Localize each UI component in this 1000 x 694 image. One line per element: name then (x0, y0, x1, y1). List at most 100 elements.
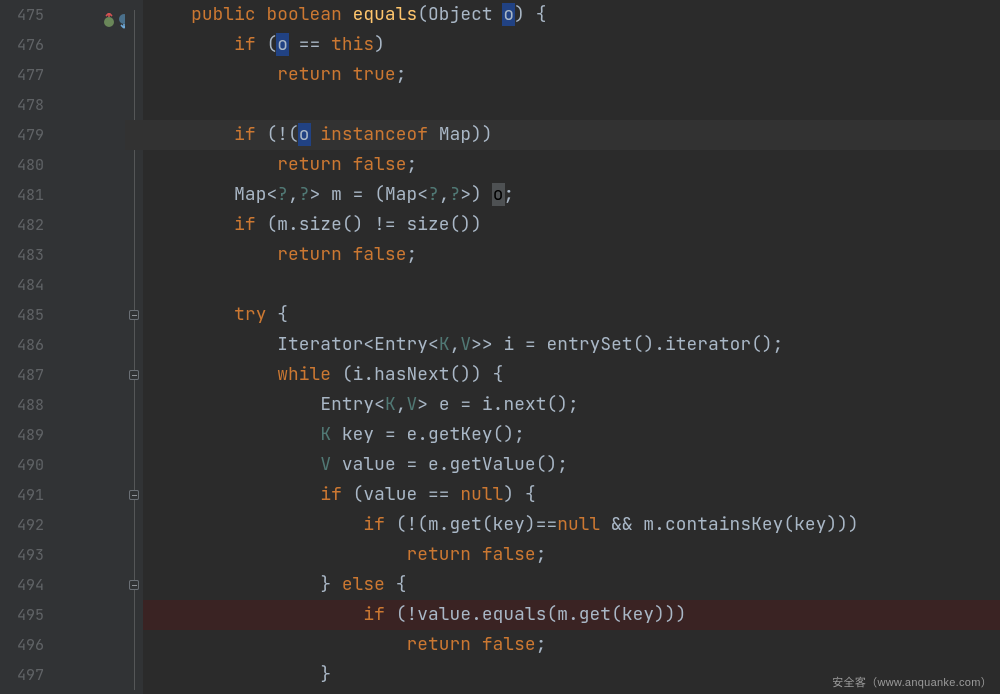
code-token: ? (299, 183, 310, 206)
code-line[interactable]: while (i.hasNext()) { (143, 360, 1000, 390)
code-line[interactable] (143, 270, 1000, 300)
line-number[interactable]: 488 (0, 390, 44, 420)
code-token: return false (406, 633, 535, 656)
fold-handle[interactable] (129, 370, 139, 380)
line-number[interactable]: 482 (0, 210, 44, 240)
code-line[interactable]: if (value == null) { (143, 480, 1000, 510)
code-token: == (288, 33, 331, 56)
line-number[interactable]: 489 (0, 420, 44, 450)
fold-handle[interactable] (129, 490, 139, 500)
code-token: try (234, 303, 277, 326)
fold-handle[interactable] (129, 310, 139, 320)
line-number[interactable]: 481 (0, 180, 44, 210)
code-token: instanceof (320, 123, 438, 146)
code-token: public (191, 3, 266, 26)
code-line[interactable]: K key = e.getKey(); (143, 420, 1000, 450)
code-token: ? (428, 183, 439, 206)
code-token: { (396, 573, 407, 596)
code-line[interactable]: try { (143, 300, 1000, 330)
code-token: (!value.equals(m.get(key))) (396, 603, 687, 626)
code-line[interactable]: if (!value.equals(m.get(key))) (143, 600, 1000, 630)
code-token: return false (406, 543, 535, 566)
code-line[interactable]: Map<?,?> m = (Map<?,?>) o; (143, 180, 1000, 210)
code-line[interactable]: if (o == this) (143, 30, 1000, 60)
code-token: , (439, 183, 450, 206)
code-token: ; (396, 63, 407, 86)
code-token: ( (417, 3, 428, 26)
line-number[interactable]: 477 (0, 60, 44, 90)
line-number[interactable]: 484 (0, 270, 44, 300)
fold-handle[interactable] (129, 580, 139, 590)
line-number[interactable]: 496 (0, 630, 44, 660)
code-token: ? (450, 183, 461, 206)
line-number[interactable]: 480 (0, 150, 44, 180)
line-number[interactable]: 492 (0, 510, 44, 540)
code-line[interactable] (143, 90, 1000, 120)
code-token: (!( (266, 123, 298, 146)
code-line[interactable]: Entry<K,V> e = i.next(); (143, 390, 1000, 420)
code-line[interactable]: public boolean equals(Object o) { (143, 0, 1000, 30)
code-line[interactable]: return false; (143, 630, 1000, 660)
code-token: < (363, 333, 374, 356)
line-number[interactable]: 486 (0, 330, 44, 360)
code-token: < (374, 393, 385, 416)
code-token: ; (406, 243, 417, 266)
code-token: Map (234, 183, 266, 206)
code-token: V (460, 333, 471, 356)
gutter-fold[interactable] (125, 0, 143, 694)
line-number[interactable]: 494 (0, 570, 44, 600)
line-number[interactable]: 491 (0, 480, 44, 510)
gutter-marks[interactable]: @ (50, 0, 125, 694)
code-token: else (342, 573, 396, 596)
code-token: Entry (374, 333, 428, 356)
code-line[interactable]: if (!(m.get(key)==null && m.containsKey(… (143, 510, 1000, 540)
code-line[interactable]: return false; (143, 240, 1000, 270)
code-token: Entry (320, 393, 374, 416)
line-number[interactable]: 490 (0, 450, 44, 480)
line-number[interactable]: 483 (0, 240, 44, 270)
code-token: Iterator (277, 333, 363, 356)
code-token: ) { (514, 3, 546, 26)
code-token: if (234, 33, 266, 56)
line-number[interactable]: 495 (0, 600, 44, 630)
line-number[interactable]: 478 (0, 90, 44, 120)
code-token: null (460, 483, 503, 506)
code-token: if (363, 603, 395, 626)
line-number[interactable]: 487 (0, 360, 44, 390)
code-token: ; (406, 153, 417, 176)
code-line[interactable]: if (!(o instanceof Map)) (143, 120, 1000, 150)
code-line[interactable]: return true; (143, 60, 1000, 90)
code-line[interactable]: return false; (143, 150, 1000, 180)
line-number[interactable]: 485 (0, 300, 44, 330)
code-token: ; (536, 543, 547, 566)
code-token: } (320, 573, 342, 596)
code-token: >) (460, 183, 492, 206)
code-token: V (320, 453, 331, 476)
code-token: } (320, 663, 331, 686)
code-token: if (234, 123, 266, 146)
code-token: >> i = entrySet().iterator(); (471, 333, 783, 356)
code-token: < (266, 183, 277, 206)
code-token: key = e.getKey(); (331, 423, 525, 446)
gutter-line-numbers[interactable]: 4754764774784794804814824834844854864874… (0, 0, 50, 694)
code-token: return false (277, 243, 406, 266)
line-number[interactable]: 476 (0, 30, 44, 60)
code-token: equals (353, 3, 418, 26)
code-line[interactable]: Iterator<Entry<K,V>> i = entrySet().iter… (143, 330, 1000, 360)
code-token: , (450, 333, 461, 356)
code-token: , (396, 393, 407, 416)
code-line[interactable]: if (m.size() != size()) (143, 210, 1000, 240)
code-line[interactable]: V value = e.getValue(); (143, 450, 1000, 480)
line-number[interactable]: 479 (0, 120, 44, 150)
code-area[interactable]: public boolean equals(Object o) { if (o … (143, 0, 1000, 694)
code-token: ? (277, 183, 288, 206)
watermark: 安全客（www.anquanke.com） (832, 674, 992, 690)
code-line[interactable]: } else { (143, 570, 1000, 600)
override-up-icon (102, 13, 117, 29)
line-number[interactable]: 497 (0, 660, 44, 690)
code-line[interactable]: return false; (143, 540, 1000, 570)
line-number[interactable]: 493 (0, 540, 44, 570)
line-number[interactable]: 475 (0, 0, 44, 30)
code-token: && m.containsKey(key))) (600, 513, 858, 536)
code-token: > m = (Map< (310, 183, 428, 206)
